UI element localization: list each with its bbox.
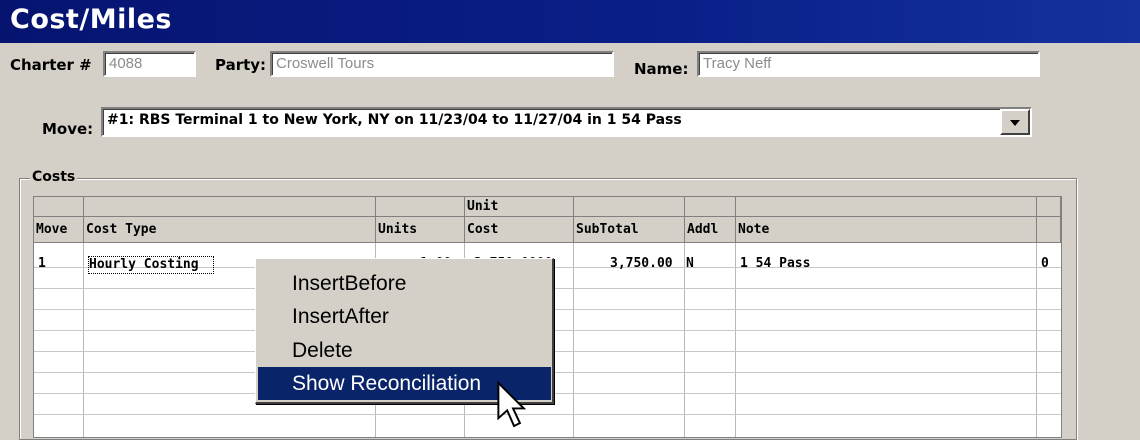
header-move[interactable]: Move — [34, 217, 84, 243]
header-blank-units — [376, 197, 465, 217]
row1-note[interactable]: 1 54 Pass — [740, 254, 810, 274]
mouse-cursor-icon — [497, 381, 527, 428]
title-bar: Cost/Miles — [0, 0, 1140, 43]
name-field[interactable]: Tracy Neff — [697, 51, 1040, 77]
header-blank-subtotal — [574, 197, 685, 217]
header-units[interactable]: Units — [376, 217, 465, 243]
party-label: Party: — [215, 56, 267, 74]
menu-item-delete[interactable]: Delete — [258, 334, 551, 367]
header-blank-note — [736, 197, 1037, 217]
party-field[interactable]: Croswell Tours — [270, 51, 614, 77]
header-blank-addl — [685, 197, 736, 217]
row1-addl[interactable]: N — [686, 254, 694, 274]
move-select[interactable]: #1: RBS Terminal 1 to New York, NY on 11… — [101, 107, 1032, 137]
move-select-value: #1: RBS Terminal 1 to New York, NY on 11… — [107, 112, 682, 128]
window-title: Cost/Miles — [10, 4, 172, 35]
charter-label: Charter # — [10, 56, 92, 74]
header-blank-extra — [1037, 197, 1061, 217]
header-unit-line1: Unit — [465, 197, 574, 217]
move-label: Move: — [42, 120, 94, 138]
header-cost-type[interactable]: Cost Type — [84, 217, 376, 243]
row1-subtotal[interactable]: 3,750.00 — [610, 254, 673, 274]
costs-group-label: Costs — [30, 169, 78, 185]
header-blank-costtype — [84, 197, 376, 217]
header-extra — [1037, 217, 1061, 243]
header-unit-cost[interactable]: Cost — [465, 217, 574, 243]
header-subtotal[interactable]: SubTotal — [574, 217, 685, 243]
name-label: Name: — [634, 60, 689, 78]
menu-item-insert-before[interactable]: InsertBefore — [258, 267, 551, 300]
charter-number-field[interactable]: 4088 — [103, 51, 196, 77]
row1-move[interactable]: 1 — [38, 254, 46, 274]
row1-cost-type[interactable]: Hourly Costing — [88, 256, 214, 274]
menu-item-insert-after[interactable]: InsertAfter — [258, 300, 551, 333]
dropdown-arrow-icon — [1010, 120, 1020, 126]
header-blank-move — [34, 197, 84, 217]
move-dropdown-button[interactable] — [1000, 109, 1030, 135]
row1-extra[interactable]: 0 — [1041, 254, 1049, 274]
header-addl[interactable]: Addl — [685, 217, 736, 243]
header-note[interactable]: Note — [736, 217, 1037, 243]
